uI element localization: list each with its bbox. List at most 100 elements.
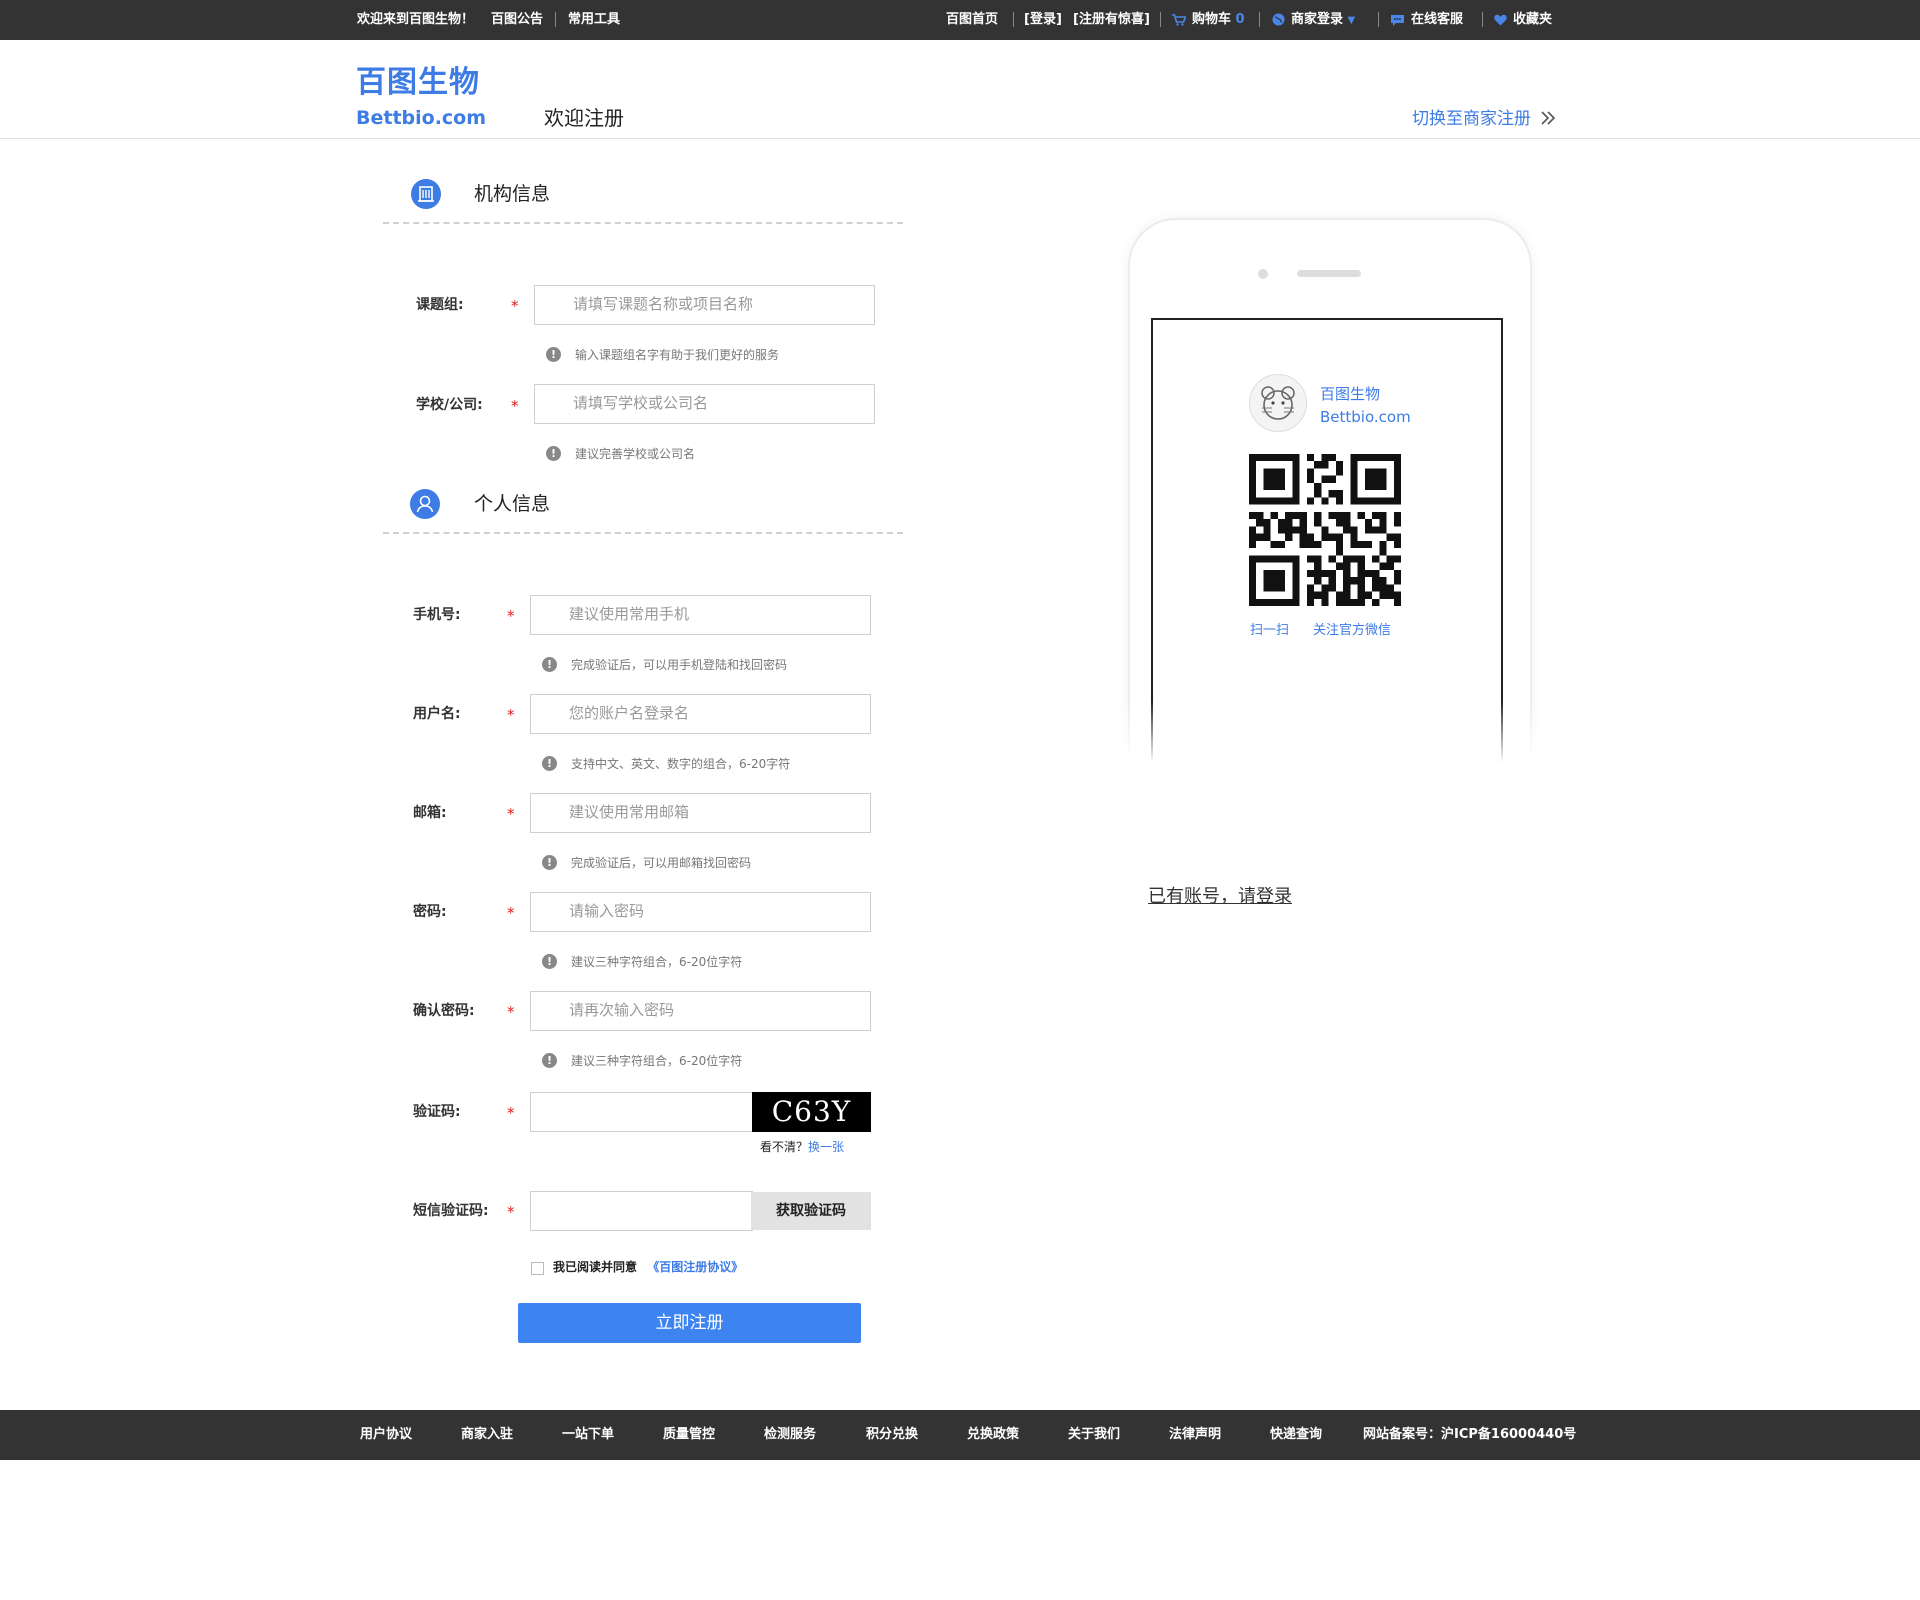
required-mark: * bbox=[507, 706, 515, 724]
phone-brand-cn: 百图生物 bbox=[1320, 385, 1381, 403]
footer-link[interactable]: 快递查询 bbox=[1270, 1427, 1322, 1443]
divider bbox=[1013, 12, 1014, 27]
agree-checkbox[interactable] bbox=[531, 1262, 544, 1275]
required-mark: * bbox=[507, 1203, 515, 1221]
cart-link[interactable]: 购物车 0 bbox=[1172, 12, 1245, 28]
register-submit-button[interactable]: 立即注册 bbox=[518, 1303, 861, 1343]
required-mark: * bbox=[507, 904, 515, 922]
school-hint: 建议完善学校或公司名 bbox=[575, 447, 696, 461]
email-label: 邮箱: bbox=[413, 805, 447, 821]
captcha-refresh-link[interactable]: 换一张 bbox=[808, 1140, 844, 1154]
footer-link[interactable]: 用户协议 bbox=[360, 1427, 412, 1443]
agree-row: 我已阅读并同意 《百图注册协议》 bbox=[553, 1260, 743, 1275]
cart-label: 购物车 bbox=[1192, 12, 1232, 27]
info-icon: ! bbox=[542, 855, 557, 870]
email-input[interactable]: 建议使用常用邮箱 bbox=[530, 793, 871, 833]
switch-merchant-register-link[interactable]: 切换至商家注册 bbox=[1412, 108, 1556, 130]
online-service-label: 在线客服 bbox=[1411, 12, 1464, 27]
footer-link[interactable]: 兑换政策 bbox=[967, 1427, 1019, 1443]
password-input[interactable]: 请输入密码 bbox=[530, 892, 871, 932]
cart-count: 0 bbox=[1235, 12, 1245, 27]
confirm-password-input[interactable]: 请再次输入密码 bbox=[530, 991, 871, 1031]
register-gift-link[interactable]: [注册有惊喜] bbox=[1073, 12, 1150, 28]
page-title: 欢迎注册 bbox=[544, 106, 624, 130]
password-hint: 建议三种字符组合，6-20位字符 bbox=[571, 955, 743, 969]
footer-link[interactable]: 法律声明 bbox=[1169, 1427, 1221, 1443]
footer-link[interactable]: 质量管控 bbox=[663, 1427, 715, 1443]
required-mark: * bbox=[507, 805, 515, 823]
agreement-link[interactable]: 《百图注册协议》 bbox=[647, 1260, 743, 1274]
merchant-login-link[interactable]: 商家登录 ▼ bbox=[1272, 12, 1355, 29]
divider bbox=[1160, 12, 1161, 27]
merchant-login-label: 商家登录 bbox=[1291, 12, 1344, 27]
qr-scan-label: 扫一扫 bbox=[1250, 623, 1290, 638]
captcha-unclear-text: 看不清？ bbox=[760, 1140, 809, 1154]
required-mark: * bbox=[507, 1003, 515, 1021]
double-chevron-right-icon bbox=[1541, 111, 1556, 125]
wechat-qr-code[interactable] bbox=[1249, 454, 1401, 606]
sms-code-input[interactable] bbox=[530, 1191, 753, 1231]
agree-text: 我已阅读并同意 bbox=[553, 1260, 638, 1274]
favorites-label: 收藏夹 bbox=[1513, 12, 1553, 27]
phone-fade-overlay bbox=[1110, 700, 1550, 790]
mouse-logo-icon bbox=[1249, 374, 1307, 432]
switch-merchant-register-label: 切换至商家注册 bbox=[1412, 109, 1531, 129]
captcha-image[interactable]: C63Y bbox=[752, 1092, 871, 1132]
captcha-input[interactable] bbox=[530, 1092, 753, 1132]
info-icon: ! bbox=[546, 347, 561, 362]
phone-brand-en: Bettbio.com bbox=[1320, 408, 1411, 426]
online-service-link[interactable]: 在线客服 bbox=[1390, 12, 1463, 28]
school-input[interactable]: 请填写学校或公司名 bbox=[534, 384, 875, 424]
info-icon: ! bbox=[542, 1053, 557, 1068]
username-input[interactable]: 您的账户名登录名 bbox=[530, 694, 871, 734]
required-mark: * bbox=[507, 607, 515, 625]
announcement-link[interactable]: 百图公告 bbox=[491, 12, 543, 28]
footer-link[interactable]: 检测服务 bbox=[764, 1427, 816, 1443]
user-icon bbox=[410, 489, 440, 519]
top-bar: 欢迎来到百图生物！ 百图公告 常用工具 百图首页 [登录] [注册有惊喜] 购物… bbox=[0, 0, 1920, 40]
section-divider bbox=[383, 222, 903, 224]
logo-domain[interactable]: Bettbio.com bbox=[356, 107, 486, 129]
divider bbox=[1259, 12, 1260, 27]
icp-record: 网站备案号：沪ICP备16000440号 bbox=[1363, 1427, 1577, 1442]
footer-link[interactable]: 关于我们 bbox=[1068, 1427, 1120, 1443]
heart-icon bbox=[1494, 14, 1507, 25]
footer-link[interactable]: 商家入驻 bbox=[461, 1427, 513, 1443]
school-label: 学校/公司: bbox=[416, 397, 483, 413]
required-mark: * bbox=[511, 297, 519, 315]
home-link[interactable]: 百图首页 bbox=[946, 12, 998, 28]
divider bbox=[1482, 12, 1483, 27]
phone-hint: 完成验证后，可以用手机登陆和找回密码 bbox=[571, 658, 788, 672]
captcha-refresh: 看不清？换一张 bbox=[760, 1140, 844, 1155]
confirm-password-hint: 建议三种字符组合，6-20位字符 bbox=[571, 1054, 743, 1068]
username-label: 用户名: bbox=[413, 706, 461, 722]
globe-icon bbox=[1272, 13, 1285, 26]
header-divider bbox=[0, 138, 1920, 139]
logo-text[interactable]: 百图生物 bbox=[356, 66, 480, 100]
qr-follow-label: 关注官方微信 bbox=[1313, 623, 1392, 638]
group-input[interactable]: 请填写课题名称或项目名称 bbox=[534, 285, 875, 325]
favorites-link[interactable]: 收藏夹 bbox=[1494, 12, 1552, 28]
building-icon bbox=[411, 179, 441, 209]
camera-dot bbox=[1258, 269, 1268, 279]
personal-section-title: 个人信息 bbox=[474, 493, 551, 515]
footer-link[interactable]: 积分兑换 bbox=[866, 1427, 918, 1443]
username-hint: 支持中文、英文、数字的组合，6-20字符 bbox=[571, 757, 791, 771]
footer-link[interactable]: 一站下单 bbox=[562, 1427, 614, 1443]
sms-code-label: 短信验证码: bbox=[413, 1203, 489, 1219]
divider bbox=[555, 12, 556, 27]
group-label: 课题组: bbox=[416, 297, 464, 313]
tools-link[interactable]: 常用工具 bbox=[568, 12, 620, 28]
get-sms-code-button[interactable]: 获取验证码 bbox=[751, 1192, 871, 1230]
group-hint: 输入课题组名字有助于我们更好的服务 bbox=[575, 348, 780, 362]
phone-label: 手机号: bbox=[413, 607, 461, 623]
org-section-title: 机构信息 bbox=[474, 183, 551, 205]
login-link[interactable]: [登录] bbox=[1024, 12, 1062, 28]
cart-icon bbox=[1172, 13, 1186, 26]
section-divider bbox=[383, 532, 903, 534]
divider bbox=[1378, 12, 1379, 27]
info-icon: ! bbox=[542, 954, 557, 969]
captcha-label: 验证码: bbox=[413, 1104, 461, 1120]
existing-account-login-link[interactable]: 已有账号，请登录 bbox=[1148, 886, 1292, 908]
phone-input[interactable]: 建议使用常用手机 bbox=[530, 595, 871, 635]
